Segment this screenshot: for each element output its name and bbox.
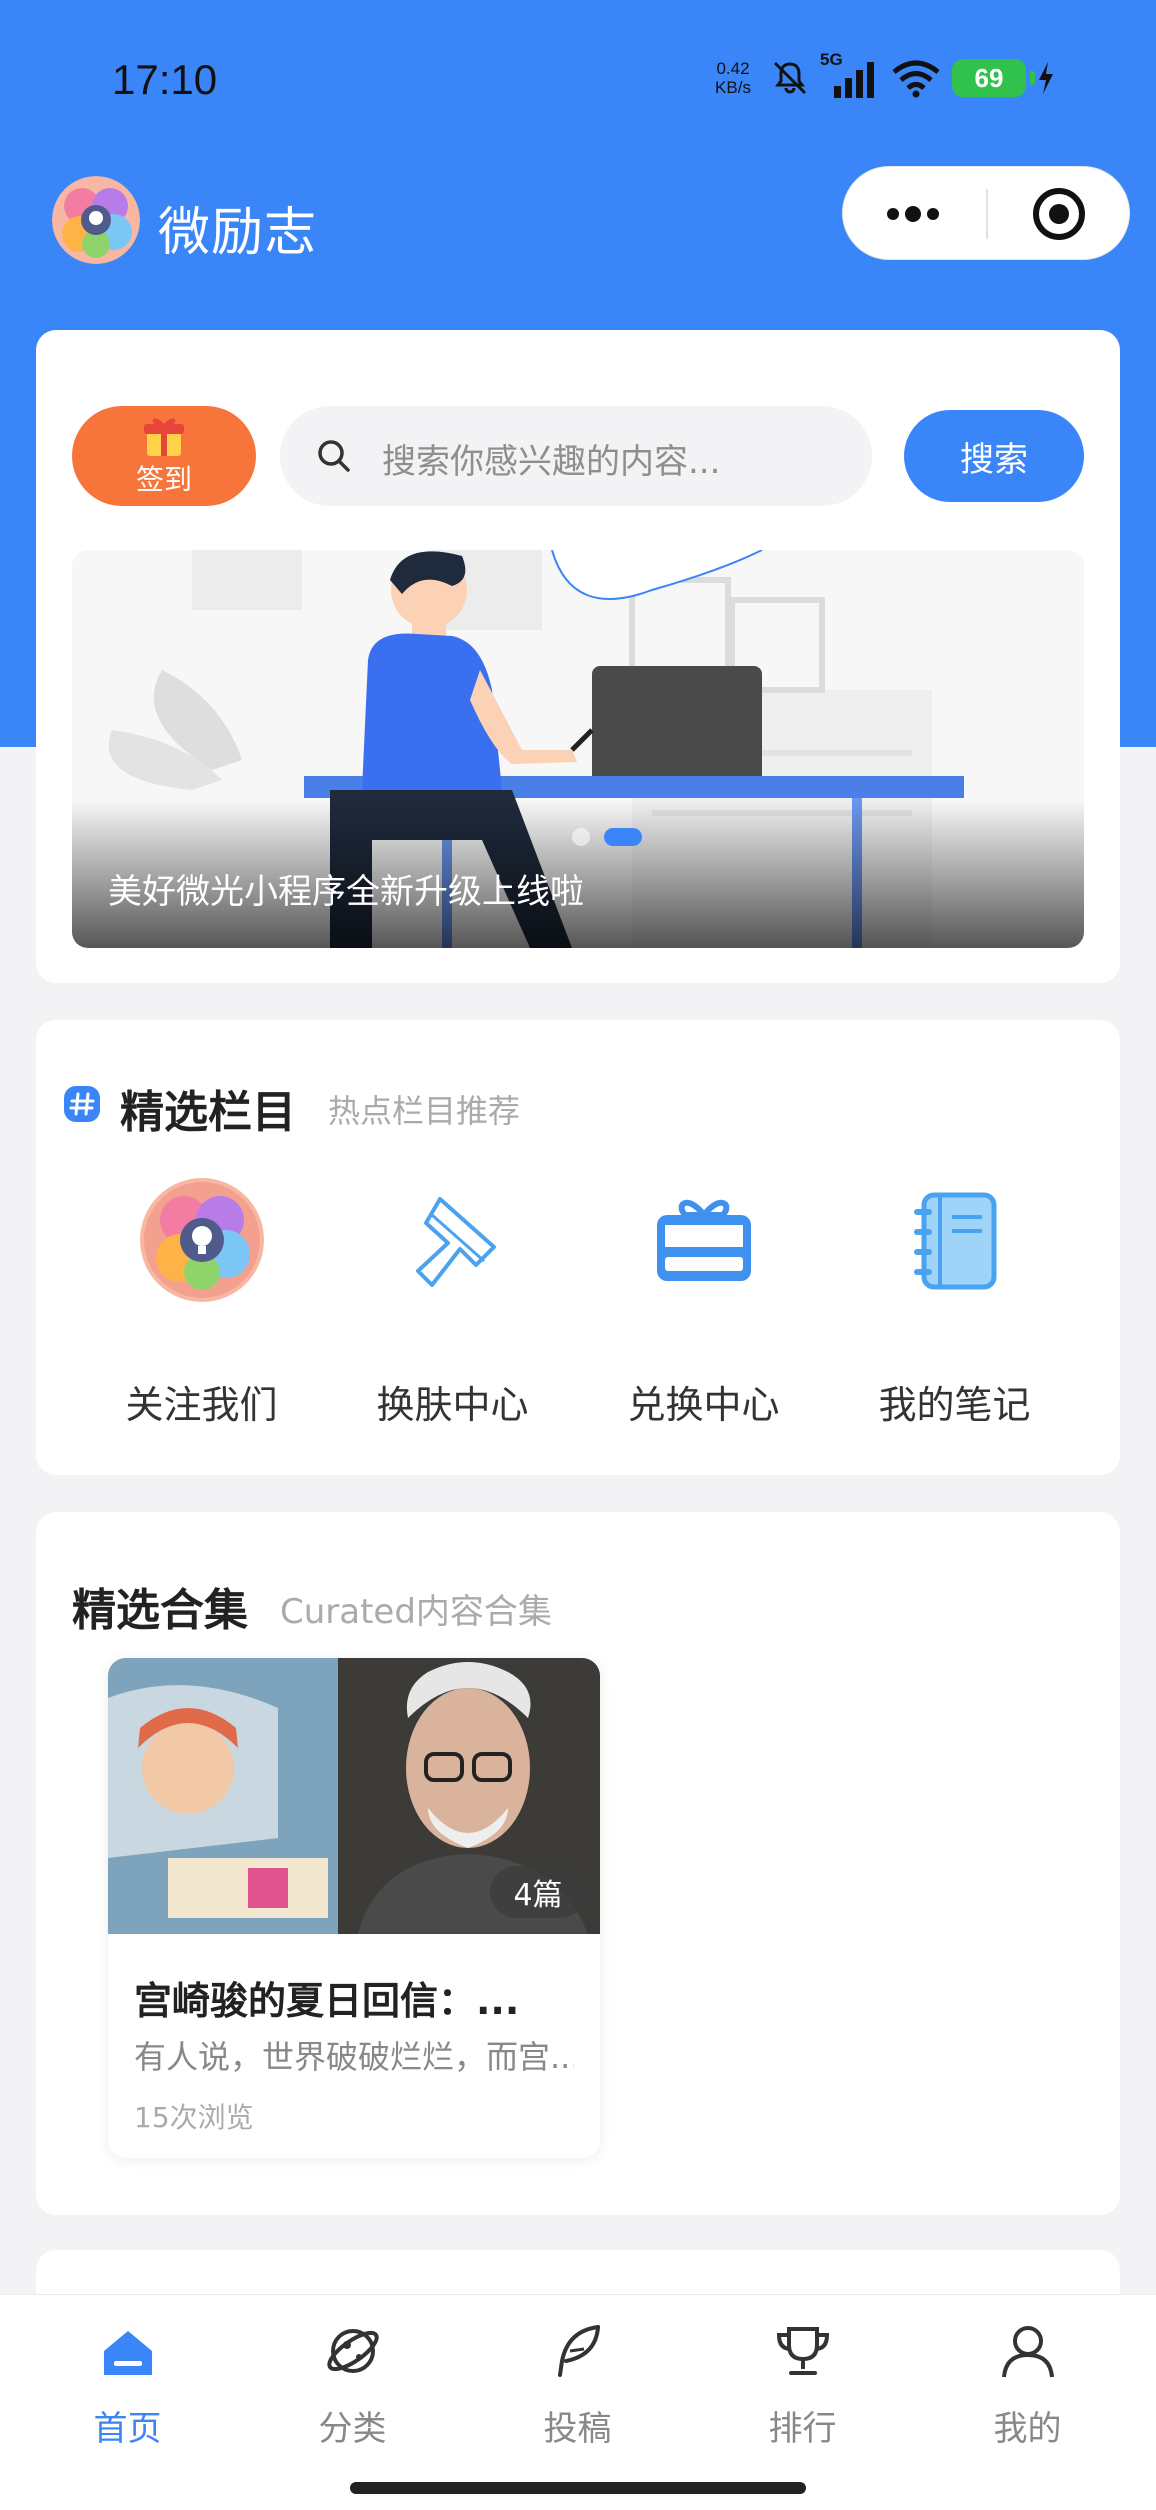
trophy-icon [776, 2327, 830, 2375]
featured-title: 精选栏目 [120, 1087, 296, 1138]
collection-count-badge: 4篇 [490, 1866, 586, 1918]
banner-caption: 美好微光小程序全新升级上线啦 [108, 872, 584, 912]
mini-program-capsule [842, 166, 1130, 260]
collection-title: 宫崎骏的夏日回信：... [134, 1979, 520, 2023]
featured-item-label: 我的笔记 [878, 1383, 1031, 1427]
collections-subtitle: Curated内容合集 [280, 1592, 552, 1632]
signin-label: 签到 [135, 463, 192, 496]
tab-label: 首页 [93, 2409, 162, 2449]
network-speed-value: 0.42 [716, 59, 750, 78]
capsule-divider [986, 189, 988, 239]
status-time: 17:10 [112, 56, 218, 103]
featured-item-label: 关注我们 [125, 1383, 278, 1427]
tab-label: 我的 [993, 2409, 1062, 2449]
bottom-tab-bar: 首页 分类 投稿 排行 我的 [0, 2294, 1156, 2510]
tab-label: 排行 [768, 2409, 837, 2449]
search-button[interactable]: 搜索 [904, 410, 1084, 502]
network-speed: 0.42 KB/s [706, 59, 760, 97]
tab-ranking[interactable]: 排行 [687, 2295, 918, 2455]
wifi-icon [892, 60, 940, 98]
charging-bolt-icon [1039, 62, 1053, 94]
home-icon [104, 2331, 152, 2375]
tab-home[interactable]: 首页 [12, 2295, 243, 2455]
hashtag-icon [64, 1086, 100, 1122]
collections-card: 精选合集 Curated内容合集 4篇 宫崎骏的夏日回信：... 有人说，世界破… [36, 1512, 1120, 2215]
tab-category[interactable]: 分类 [237, 2295, 468, 2455]
tab-label: 分类 [318, 2409, 387, 2449]
notebook-icon [893, 1178, 1017, 1302]
carousel-dot-active[interactable] [604, 828, 642, 846]
featured-item-follow-us[interactable]: 关注我们 [76, 1178, 327, 1427]
collection-description: 有人说，世界破破烂烂，而宫... [134, 2038, 574, 2076]
featured-item-label: 换肤中心 [376, 1383, 529, 1427]
status-icons: 0.42 KB/s 5G 69 [706, 50, 1056, 102]
search-icon [318, 440, 350, 472]
app-logo-icon [52, 176, 140, 264]
bell-muted-icon [773, 61, 807, 95]
feather-icon [558, 2325, 600, 2377]
collections-title: 精选合集 [72, 1585, 248, 1636]
search-input[interactable]: 搜索你感兴趣的内容... [280, 406, 872, 506]
app-title: 微励志 [158, 203, 318, 263]
status-bar: 17:10 0.42 KB/s 5G 69 [0, 0, 1156, 150]
cellular-signal-icon: 5G [820, 50, 880, 100]
search-placeholder: 搜索你感兴趣的内容... [382, 442, 721, 482]
collection-views: 15次浏览 [134, 2101, 254, 2134]
battery-indicator: 69 [952, 59, 1035, 97]
tab-label: 投稿 [543, 2409, 612, 2449]
featured-item-my-notes[interactable]: 我的笔记 [829, 1178, 1080, 1427]
nav-bar: 微励志 [0, 160, 1156, 270]
gift-card-icon [642, 1178, 766, 1302]
featured-columns-card: 精选栏目 热点栏目推荐 关注我们 换肤中心 兑换中心 我的笔记 [36, 1020, 1120, 1475]
more-dots-icon [887, 206, 939, 222]
featured-item-label: 兑换中心 [627, 1383, 780, 1427]
carousel-indicator [572, 828, 642, 846]
gift-icon [144, 418, 184, 456]
search-banner-card: 签到 搜索你感兴趣的内容... 搜索 美好微光小程序全新升级上线啦 [36, 330, 1120, 983]
target-close-icon [1033, 188, 1085, 240]
planet-icon [327, 2329, 379, 2373]
more-menu-button[interactable] [843, 167, 983, 261]
close-mini-program-button[interactable] [989, 167, 1129, 261]
user-icon [1002, 2326, 1054, 2378]
featured-subtitle: 热点栏目推荐 [328, 1092, 521, 1130]
collection-card[interactable]: 4篇 宫崎骏的夏日回信：... 有人说，世界破破烂烂，而宫... 15次浏览 [108, 1658, 600, 2158]
tab-submit[interactable]: 投稿 [462, 2295, 693, 2455]
app-logo-icon [140, 1178, 264, 1302]
tab-mine[interactable]: 我的 [912, 2295, 1143, 2455]
brush-icon [391, 1178, 515, 1302]
featured-item-skin-center[interactable]: 换肤中心 [327, 1178, 578, 1427]
network-speed-unit: KB/s [715, 78, 751, 97]
signin-button[interactable]: 签到 [72, 406, 256, 506]
home-indicator[interactable] [350, 2482, 806, 2494]
carousel-dot[interactable] [572, 828, 590, 846]
banner-carousel[interactable]: 美好微光小程序全新升级上线啦 [72, 550, 1084, 948]
featured-item-exchange-center[interactable]: 兑换中心 [578, 1178, 829, 1427]
featured-grid: 关注我们 换肤中心 兑换中心 我的笔记 [76, 1178, 1080, 1427]
